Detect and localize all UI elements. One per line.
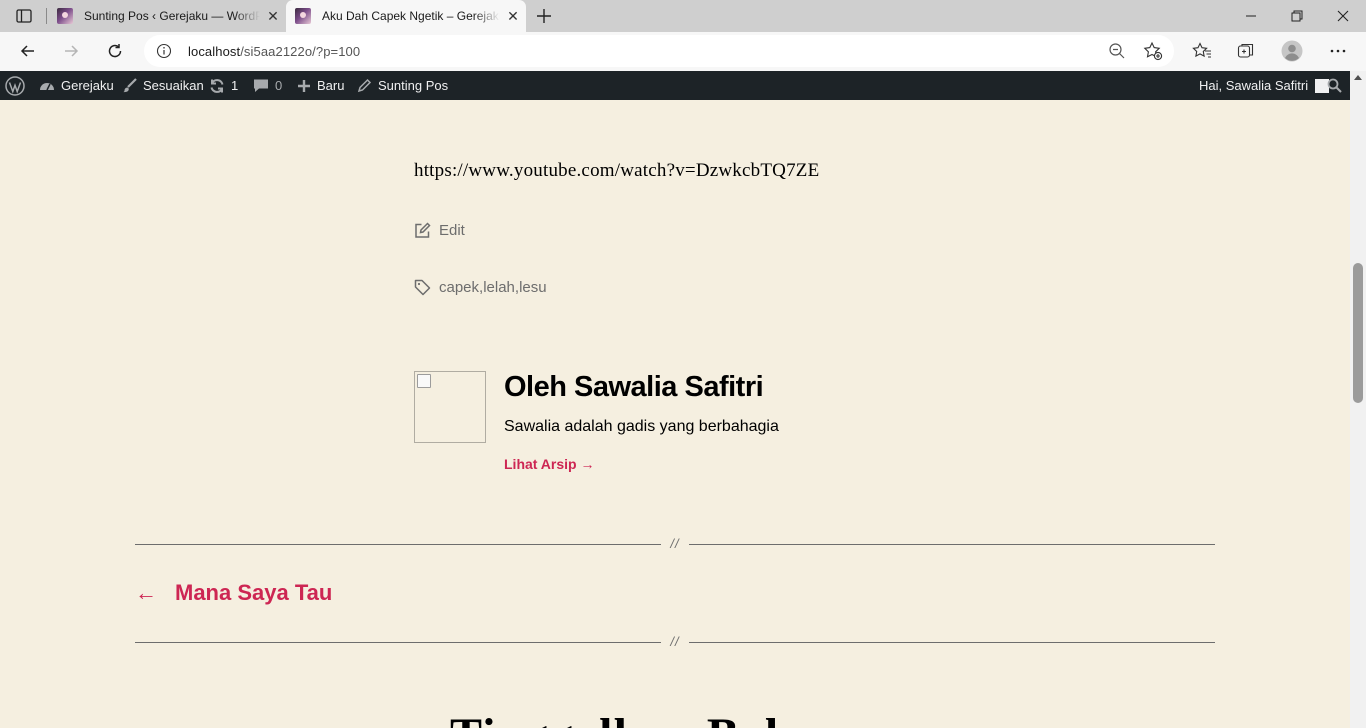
minimize-icon[interactable] [1228, 0, 1274, 32]
forward-icon[interactable] [56, 36, 86, 66]
address-bar[interactable]: localhost/si5aa2122o/?p=100 [144, 35, 1174, 67]
comment-icon [254, 79, 268, 92]
restore-icon[interactable] [1274, 0, 1320, 32]
arrow-left-icon: ← [135, 580, 157, 605]
url-host: localhost [188, 44, 241, 59]
tab-current-post[interactable]: Aku Dah Capek Ngetik – Gerejaku ✕ [286, 0, 526, 32]
tag-link[interactable]: capek [439, 279, 479, 296]
divider-mark: // [670, 634, 680, 649]
more-icon[interactable] [1323, 36, 1353, 66]
zoom-out-icon[interactable] [1108, 42, 1126, 65]
refresh-icon[interactable] [100, 36, 130, 66]
divider-mark: // [670, 536, 680, 551]
edit-post-label: Sunting Pos [378, 78, 449, 93]
site-favicon-icon [57, 8, 73, 24]
page-scrollbar[interactable] [1350, 71, 1366, 728]
browser-tab-strip: Sunting Pos ‹ Gerejaku — WordPress ✕ Aku… [0, 0, 1366, 32]
close-icon[interactable]: ✕ [500, 8, 526, 25]
close-window-icon[interactable] [1320, 0, 1366, 32]
profile-icon[interactable] [1277, 36, 1307, 66]
brush-icon [123, 78, 137, 93]
edit-post-link[interactable]: Edit [414, 222, 465, 239]
pencil-icon [357, 78, 372, 93]
adminbar-comments[interactable]: 0 [253, 71, 282, 100]
author-avatar [414, 371, 486, 443]
dashboard-icon [40, 82, 54, 90]
adminbar-customize[interactable]: Sesuaikan [122, 71, 204, 100]
tab-title: Sunting Pos ‹ Gerejaku — WordPress [84, 9, 260, 23]
adminbar-my-account[interactable]: Hai, Sawalia Safitri [1199, 71, 1330, 100]
edit-icon [415, 222, 431, 238]
post-tags: capek, lelah, lesu [414, 279, 547, 296]
section-divider: // [135, 536, 1215, 551]
updates-count: 1 [231, 78, 239, 93]
tag-link[interactable]: lelah [483, 279, 515, 296]
embed-url-text: https://www.youtube.com/watch?v=DzwkcbTQ… [414, 160, 820, 181]
back-icon[interactable] [13, 36, 43, 66]
url-text[interactable]: localhost/si5aa2122o/?p=100 [188, 44, 360, 59]
site-name-label: Gerejaku [61, 78, 114, 93]
comments-count: 0 [275, 78, 283, 93]
greeting-label: Hai, Sawalia Safitri [1199, 78, 1309, 93]
divider-line [135, 544, 661, 545]
close-icon[interactable]: ✕ [260, 8, 286, 25]
adminbar-site-name[interactable]: Gerejaku [39, 71, 114, 100]
collections-icon[interactable] [1231, 36, 1261, 66]
tab-divider [46, 8, 47, 24]
plus-icon[interactable] [532, 4, 556, 28]
scroll-up-icon[interactable] [1354, 75, 1362, 80]
customize-label: Sesuaikan [143, 78, 204, 93]
post-content: https://www.youtube.com/watch?v=DzwkcbTQ… [0, 100, 1350, 728]
wp-admin-bar: Gerejaku Sesuaikan 1 0 Baru Sunting Pos … [0, 71, 1350, 100]
tag-icon [414, 279, 431, 296]
author-name: Oleh Sawalia Safitri [504, 371, 764, 403]
favorites-icon[interactable] [1187, 36, 1217, 66]
new-label: Baru [317, 78, 345, 93]
add-favorite-icon[interactable] [1143, 41, 1163, 66]
divider-line [689, 642, 1215, 643]
tab-edit-post[interactable]: Sunting Pos ‹ Gerejaku — WordPress ✕ [48, 0, 286, 32]
comment-form-heading: Tinggalkan Bal [450, 708, 779, 728]
search-icon[interactable] [1327, 71, 1348, 100]
edit-label: Edit [439, 222, 465, 239]
url-path: /si5aa2122o/?p=100 [240, 44, 361, 59]
previous-post-title: Mana Saya Tau [175, 580, 333, 605]
sidebar-icon[interactable] [8, 5, 40, 27]
author-bio: Sawalia adalah gadis yang berbahagia [504, 418, 779, 435]
adminbar-updates[interactable]: 1 [209, 71, 238, 100]
divider-line [689, 544, 1215, 545]
adminbar-edit-post[interactable]: Sunting Pos [357, 71, 448, 100]
author-archive-link[interactable]: Lihat Arsip → [504, 456, 595, 472]
updates-icon [210, 78, 224, 93]
previous-post-link[interactable]: ← Mana Saya Tau [135, 580, 332, 606]
adminbar-new[interactable]: Baru [297, 71, 344, 100]
tab-title: Aku Dah Capek Ngetik – Gerejaku [322, 9, 500, 23]
divider-line [135, 642, 661, 643]
browser-toolbar: localhost/si5aa2122o/?p=100 [0, 32, 1366, 71]
wordpress-icon[interactable] [5, 71, 31, 100]
section-divider: // [135, 634, 1215, 649]
tag-link[interactable]: lesu [519, 279, 547, 296]
scrollbar-thumb[interactable] [1353, 263, 1363, 403]
site-favicon-icon [295, 8, 311, 24]
plus-icon [298, 79, 310, 92]
info-icon[interactable] [156, 43, 172, 64]
